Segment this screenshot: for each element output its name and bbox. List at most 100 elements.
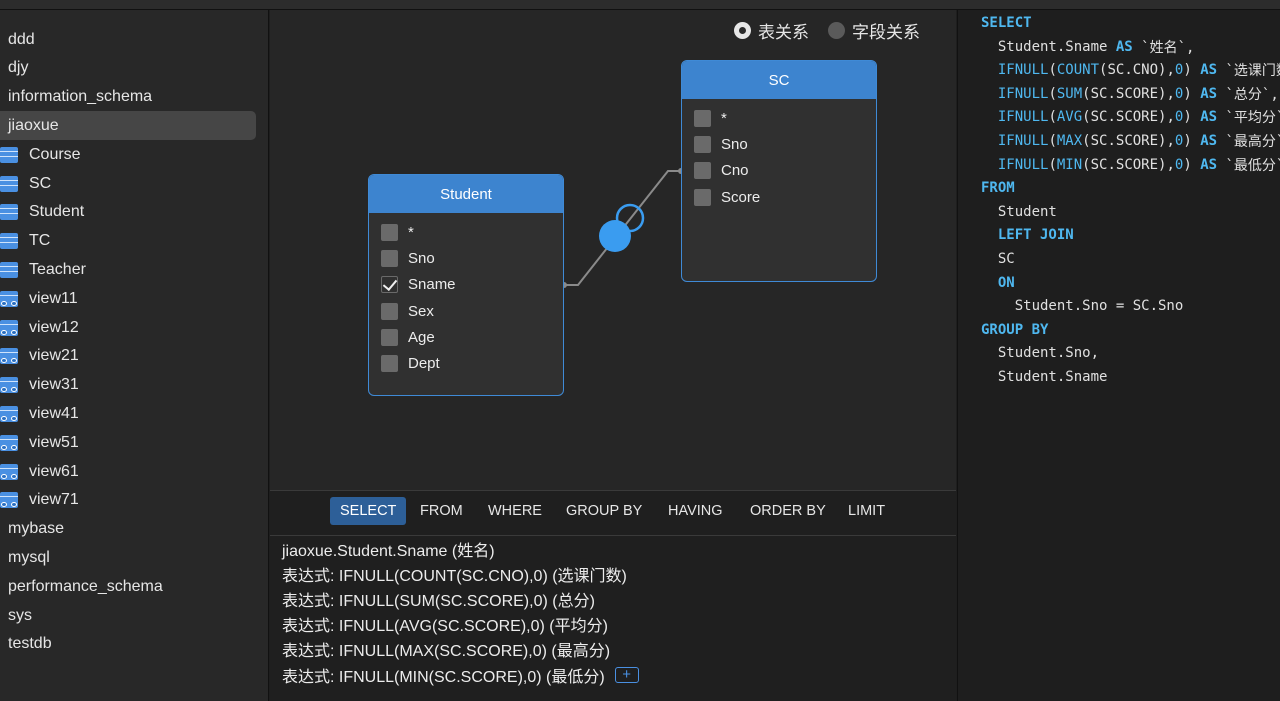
sql-line: FROM xyxy=(981,177,1015,199)
field-row[interactable]: Sno xyxy=(369,245,563,271)
add-column-button[interactable]: + xyxy=(614,666,639,683)
sidebar-item-view71[interactable]: view71 xyxy=(0,486,269,515)
tab-select[interactable]: SELECT xyxy=(330,497,407,525)
design-canvas[interactable]: 表关系 字段关系 Student * Sno Sname Sex Age Dept SC … xyxy=(270,10,956,490)
sql-text: `选课门数`, xyxy=(1225,63,1280,80)
sidebar-item-jiaoxue[interactable]: jiaoxue xyxy=(0,111,256,141)
field-checkbox[interactable] xyxy=(381,328,398,346)
table-box-sc[interactable]: SC * Sno Cno Score xyxy=(681,60,877,282)
field-row[interactable]: Sno xyxy=(682,131,876,157)
field-row[interactable]: Dept xyxy=(369,350,563,376)
sql-function: IFNULL xyxy=(997,156,1049,173)
sidebar-item-teacher[interactable]: Teacher xyxy=(0,255,269,284)
sql-line: GROUP BY xyxy=(981,319,1048,341)
field-row[interactable]: * xyxy=(682,105,876,131)
select-column-text: 表达式: IFNULL(AVG(SC.SCORE),0) (平均分) xyxy=(282,618,608,636)
sidebar-item-label: ddd xyxy=(8,30,35,48)
sidebar-item-label: testdb xyxy=(8,635,52,653)
field-checkbox[interactable] xyxy=(694,109,711,127)
sidebar-item-student[interactable]: Student xyxy=(0,198,269,227)
sidebar-item-view11[interactable]: view11 xyxy=(0,284,269,313)
field-checkbox[interactable] xyxy=(694,162,711,180)
sidebar-item-mybase[interactable]: mybase xyxy=(0,515,269,544)
sql-function: IFNULL xyxy=(997,62,1049,79)
field-checkbox[interactable] xyxy=(694,135,711,153)
sidebar-item-tc[interactable]: TC xyxy=(0,227,269,256)
tab-order-by[interactable]: ORDER BY xyxy=(740,497,836,525)
select-column-text: 表达式: IFNULL(COUNT(SC.CNO),0) (选课门数) xyxy=(282,567,627,585)
select-column-item[interactable]: 表达式: IFNULL(AVG(SC.SCORE),0) (平均分) xyxy=(282,612,608,637)
field-label: Age xyxy=(408,328,435,346)
sidebar-item-label: view61 xyxy=(29,462,79,480)
field-row[interactable]: Cno xyxy=(682,158,876,184)
sidebar-item-course[interactable]: Course xyxy=(0,140,269,169)
sidebar-item-ddd[interactable]: ddd xyxy=(0,25,269,54)
sidebar-item-label: Course xyxy=(29,145,81,163)
field-checkbox[interactable] xyxy=(381,302,398,320)
sql-function: 0 xyxy=(1174,109,1184,126)
sidebar-item-performance-schema[interactable]: performance_schema xyxy=(0,572,269,601)
select-column-item[interactable]: 表达式: IFNULL(MAX(SC.SCORE),0) (最高分) xyxy=(282,637,610,662)
tab-limit[interactable]: LIMIT xyxy=(838,497,895,525)
sidebar-item-mysql[interactable]: mysql xyxy=(0,543,269,572)
sql-line: IFNULL(MAX(SC.SCORE),0) AS `最高分`, xyxy=(981,130,1280,152)
sidebar-item-sc[interactable]: SC xyxy=(0,169,269,198)
sql-text: Student.Sname xyxy=(981,369,1108,385)
tab-where[interactable]: WHERE xyxy=(478,497,552,525)
select-column-item[interactable]: 表达式: IFNULL(MIN(SC.SCORE),0) (最低分) + xyxy=(282,662,639,687)
sql-text: ( xyxy=(1048,62,1057,79)
field-label: * xyxy=(408,223,414,241)
join-type-dot-icon[interactable] xyxy=(599,220,631,252)
sql-keyword: AS xyxy=(1200,109,1218,126)
tab-having[interactable]: HAVING xyxy=(658,497,733,525)
sidebar-item-label: mybase xyxy=(8,520,65,538)
field-row[interactable]: Score xyxy=(682,184,876,210)
sidebar-item-testdb[interactable]: testdb xyxy=(0,630,269,659)
field-label: Dept xyxy=(408,355,440,373)
sidebar-item-view31[interactable]: view31 xyxy=(0,371,269,400)
sidebar-item-view41[interactable]: view41 xyxy=(0,399,269,428)
sql-text: ) xyxy=(1183,62,1201,79)
field-row[interactable]: Sname xyxy=(369,272,563,298)
sidebar-item-view12[interactable]: view12 xyxy=(0,313,269,342)
field-row[interactable]: * xyxy=(369,219,563,245)
table-header-student[interactable]: Student xyxy=(369,175,563,213)
sql-line: Student xyxy=(981,201,1057,223)
sql-keyword: AS xyxy=(1200,62,1218,79)
tab-from[interactable]: FROM xyxy=(410,497,473,525)
field-checkbox[interactable] xyxy=(381,249,398,267)
sidebar-item-view61[interactable]: view61 xyxy=(0,457,269,486)
field-row[interactable]: Age xyxy=(369,324,563,350)
sql-text: (SC.SCORE), xyxy=(1082,156,1175,173)
sql-function: MAX xyxy=(1056,133,1083,149)
sql-text: ) xyxy=(1183,85,1201,102)
field-checkbox[interactable] xyxy=(694,188,711,206)
select-column-item[interactable]: 表达式: IFNULL(COUNT(SC.CNO),0) (选课门数) xyxy=(282,561,627,586)
sidebar-item-djy[interactable]: djy xyxy=(0,54,269,83)
field-checkbox[interactable] xyxy=(381,223,398,241)
field-row[interactable]: Sex xyxy=(369,298,563,324)
sql-preview[interactable]: SELECT Student.Sname AS `姓名`, IFNULL(COU… xyxy=(957,10,1280,701)
sql-text: ( xyxy=(1048,109,1057,126)
table-box-student[interactable]: Student * Sno Sname Sex Age Dept xyxy=(368,174,564,396)
sql-keyword: AS xyxy=(1115,38,1133,55)
sidebar-item-information-schema[interactable]: information_schema xyxy=(0,83,269,112)
view-icon xyxy=(0,377,18,394)
sql-function: 0 xyxy=(1174,85,1184,102)
sidebar-item-label: view31 xyxy=(29,376,79,394)
select-column-item[interactable]: jiaoxue.Student.Sname (姓名) xyxy=(282,536,495,561)
field-checkbox-checked[interactable] xyxy=(381,276,398,294)
sql-function: 0 xyxy=(1174,156,1184,173)
view-icon xyxy=(0,463,18,480)
table-header-sc[interactable]: SC xyxy=(682,61,876,99)
field-checkbox[interactable] xyxy=(381,355,398,373)
sidebar-item-view21[interactable]: view21 xyxy=(0,342,269,371)
sidebar-item-sys[interactable]: sys xyxy=(0,601,269,630)
view-icon xyxy=(0,319,18,336)
tab-group-by[interactable]: GROUP BY xyxy=(556,497,652,525)
select-column-item[interactable]: 表达式: IFNULL(SUM(SC.SCORE),0) (总分) xyxy=(282,586,595,611)
sidebar-item-view51[interactable]: view51 xyxy=(0,428,269,457)
